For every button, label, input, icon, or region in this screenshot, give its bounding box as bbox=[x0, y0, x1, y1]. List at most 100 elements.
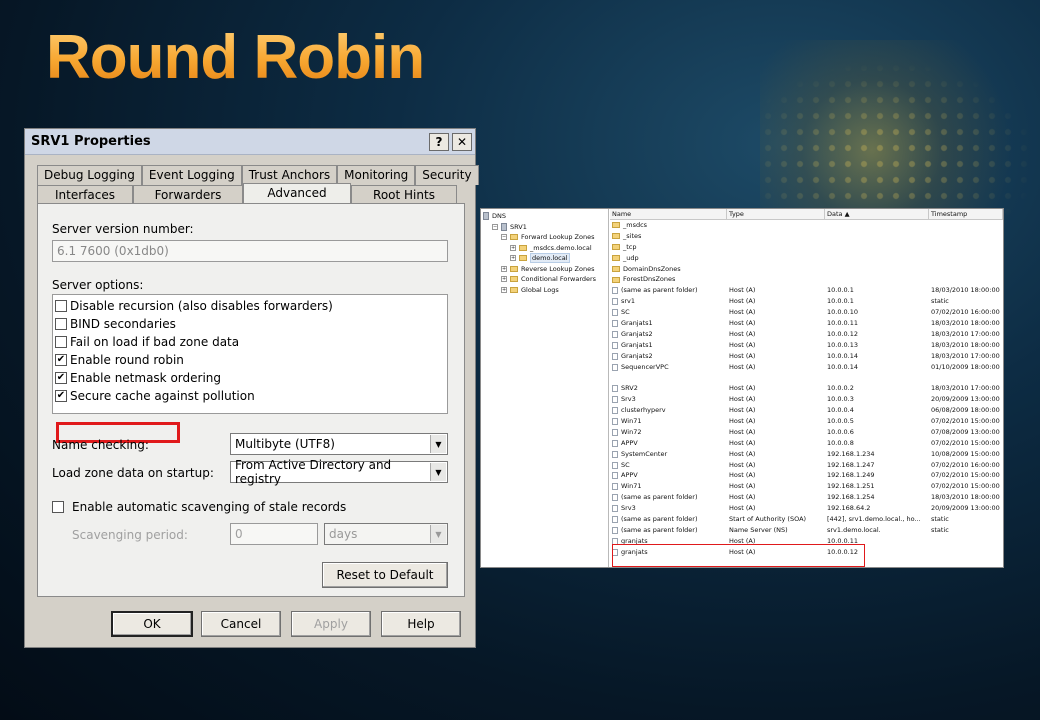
record-type bbox=[727, 220, 825, 231]
load-zone-select[interactable]: From Active Directory and registry ▼ bbox=[230, 458, 448, 486]
record-type: Host (A) bbox=[729, 286, 756, 295]
record-name: (same as parent folder) bbox=[621, 515, 698, 524]
table-row[interactable]: SRV2 Host (A) 10.0.0.2 18/03/2010 17:00:00 bbox=[610, 383, 1003, 394]
expand-icon[interactable]: + bbox=[501, 286, 507, 293]
dns-root-icon bbox=[483, 212, 489, 221]
tree-node[interactable]: + Conditional Forwarders bbox=[481, 274, 608, 285]
column-header-data[interactable]: Data ▲ bbox=[825, 209, 929, 219]
expand-icon[interactable]: + bbox=[510, 244, 516, 251]
table-row[interactable]: Granjats2 Host (A) 10.0.0.12 18/03/2010 17:… bbox=[610, 329, 1003, 340]
record-timestamp: 07/08/2009 13:00:00 bbox=[931, 427, 1000, 436]
table-row[interactable]: SC Host (A) 192.168.1.247 07/02/2010 16:00:… bbox=[610, 460, 1003, 471]
dialog-title: SRV1 Properties bbox=[31, 134, 151, 149]
table-row[interactable]: SystemCenter Host (A) 192.168.1.234 10/08/2… bbox=[610, 449, 1003, 460]
server-option-item[interactable]: Disable recursion (also disables forward… bbox=[53, 297, 447, 315]
checked-checkbox-icon[interactable]: ✔ bbox=[55, 354, 67, 366]
column-header-name[interactable]: Name bbox=[610, 209, 727, 219]
records-header: Name Type Data ▲ Timestamp bbox=[610, 209, 1003, 220]
table-row[interactable]: DomainDnsZones bbox=[610, 264, 1003, 275]
table-row[interactable]: ForestDnsZones bbox=[610, 274, 1003, 285]
table-row[interactable]: (same as parent folder) Name Server (NS) s… bbox=[610, 525, 1003, 536]
checkbox-icon[interactable] bbox=[55, 318, 67, 330]
close-icon[interactable]: ✕ bbox=[452, 132, 472, 151]
apply-button[interactable]: Apply bbox=[291, 611, 371, 637]
server-option-item[interactable]: BIND secondaries bbox=[53, 315, 447, 333]
help-icon[interactable]: ? bbox=[429, 132, 449, 151]
tab-security[interactable]: Security bbox=[415, 165, 479, 185]
table-row[interactable]: _msdcs bbox=[610, 220, 1003, 231]
tab-advanced[interactable]: Advanced bbox=[243, 183, 351, 205]
record-data: 10.0.0.2 bbox=[827, 384, 854, 393]
tree-node[interactable]: + demo.local bbox=[481, 253, 608, 264]
record-data: 10.0.0.4 bbox=[827, 406, 854, 415]
checked-checkbox-icon[interactable]: ✔ bbox=[55, 390, 67, 402]
table-row[interactable]: Win71 Host (A) 192.168.1.251 07/02/2010 15:… bbox=[610, 481, 1003, 492]
scavenging-option[interactable]: Enable automatic scavenging of stale rec… bbox=[52, 500, 346, 514]
tree-node[interactable]: + _msdcs.demo.local bbox=[481, 243, 608, 254]
table-row[interactable]: (same as parent folder) Host (A) 192.168.1… bbox=[610, 492, 1003, 503]
server-option-item[interactable]: Fail on load if bad zone data bbox=[53, 333, 447, 351]
server-option-item[interactable]: ✔ Secure cache against pollution bbox=[53, 387, 447, 405]
server-option-item[interactable]: ✔ Enable round robin bbox=[53, 351, 447, 369]
table-row[interactable]: Srv3 Host (A) 192.168.64.2 20/09/2009 13:00… bbox=[610, 503, 1003, 514]
tree-node[interactable]: + Global Logs bbox=[481, 285, 608, 296]
ok-button[interactable]: OK bbox=[111, 611, 193, 637]
tab-trust-anchors[interactable]: Trust Anchors bbox=[241, 165, 338, 185]
tree-node[interactable]: DNS bbox=[481, 211, 608, 222]
table-row[interactable]: SC Host (A) 10.0.0.10 07/02/2010 16:00:00 bbox=[610, 307, 1003, 318]
record-type: Host (A) bbox=[729, 319, 756, 328]
table-row[interactable]: _sites bbox=[610, 231, 1003, 242]
table-row[interactable]: Srv3 Host (A) 10.0.0.3 20/09/2009 13:00:00 bbox=[610, 394, 1003, 405]
scavenging-unit-select[interactable]: days ▼ bbox=[324, 523, 448, 545]
tree-node[interactable]: + Reverse Lookup Zones bbox=[481, 264, 608, 275]
tree-node[interactable]: − SRV1 bbox=[481, 222, 608, 233]
table-row[interactable]: Granjats2 Host (A) 10.0.0.14 18/03/2010 17:… bbox=[610, 351, 1003, 362]
collapse-icon[interactable]: − bbox=[501, 234, 507, 241]
checked-checkbox-icon[interactable]: ✔ bbox=[55, 372, 67, 384]
help-button[interactable]: Help bbox=[381, 611, 461, 637]
table-row[interactable]: _udp bbox=[610, 253, 1003, 264]
checkbox-icon[interactable] bbox=[55, 336, 67, 348]
record-data: 10.0.0.11 bbox=[827, 319, 859, 328]
record-name-cell: Srv3 bbox=[610, 503, 727, 514]
expand-icon[interactable]: + bbox=[501, 265, 507, 272]
record-timestamp: static bbox=[931, 515, 949, 524]
table-row[interactable]: srv1 Host (A) 10.0.0.1 static bbox=[610, 296, 1003, 307]
checkbox-icon[interactable] bbox=[55, 300, 67, 312]
record-data bbox=[825, 372, 929, 383]
table-row[interactable]: APPV Host (A) 10.0.0.8 07/02/2010 15:00:00 bbox=[610, 438, 1003, 449]
table-row[interactable]: (same as parent folder) Start of Authorit… bbox=[610, 514, 1003, 525]
tree-node[interactable]: − Forward Lookup Zones bbox=[481, 232, 608, 243]
table-row[interactable]: Win71 Host (A) 10.0.0.5 07/02/2010 15:00:00 bbox=[610, 416, 1003, 427]
table-row[interactable] bbox=[610, 372, 1003, 383]
tab-forwarders[interactable]: Forwarders bbox=[133, 185, 243, 205]
collapse-icon[interactable]: − bbox=[492, 223, 498, 230]
tab-interfaces[interactable]: Interfaces bbox=[37, 185, 133, 205]
scavenging-checkbox[interactable] bbox=[52, 501, 64, 513]
table-row[interactable]: (same as parent folder) Host (A) 10.0.0.1 1… bbox=[610, 285, 1003, 296]
dns-manager-window: DNS − SRV1− Forward Lookup Zones + _msdcs.dem… bbox=[480, 208, 1004, 568]
tab-event-logging[interactable]: Event Logging bbox=[141, 165, 242, 185]
column-header-type[interactable]: Type bbox=[727, 209, 825, 219]
table-row[interactable]: clusterhyperv Host (A) 10.0.0.4 06/08/2009 … bbox=[610, 405, 1003, 416]
table-row[interactable]: Win72 Host (A) 10.0.0.6 07/08/2009 13:00:00 bbox=[610, 427, 1003, 438]
table-row[interactable]: _tcp bbox=[610, 242, 1003, 253]
table-row[interactable]: APPV Host (A) 192.168.1.249 07/02/2010 15:0… bbox=[610, 470, 1003, 481]
table-row[interactable]: SequencerVPC Host (A) 10.0.0.14 01/10/2009 … bbox=[610, 362, 1003, 373]
column-header-timestamp[interactable]: Timestamp bbox=[929, 209, 1003, 219]
tab-monitoring[interactable]: Monitoring bbox=[337, 165, 416, 185]
tab-root-hints[interactable]: Root Hints bbox=[351, 185, 457, 205]
record-name-cell: (same as parent folder) bbox=[610, 525, 727, 536]
record-timestamp: 07/02/2010 15:00:00 bbox=[931, 417, 1000, 426]
scavenging-period-field[interactable]: 0 bbox=[230, 523, 318, 545]
expand-icon[interactable]: + bbox=[510, 255, 516, 262]
name-checking-select[interactable]: Multibyte (UTF8) ▼ bbox=[230, 433, 448, 455]
tab-debug-logging[interactable]: Debug Logging bbox=[37, 165, 142, 185]
reset-to-default-button[interactable]: Reset to Default bbox=[322, 562, 448, 588]
table-row[interactable]: Granjats1 Host (A) 10.0.0.11 18/03/2010 18:… bbox=[610, 318, 1003, 329]
server-option-item[interactable]: ✔ Enable netmask ordering bbox=[53, 369, 447, 387]
server-icon bbox=[501, 222, 507, 231]
cancel-button[interactable]: Cancel bbox=[201, 611, 281, 637]
expand-icon[interactable]: + bbox=[501, 276, 507, 283]
table-row[interactable]: Granjats1 Host (A) 10.0.0.13 18/03/2010 18:… bbox=[610, 340, 1003, 351]
